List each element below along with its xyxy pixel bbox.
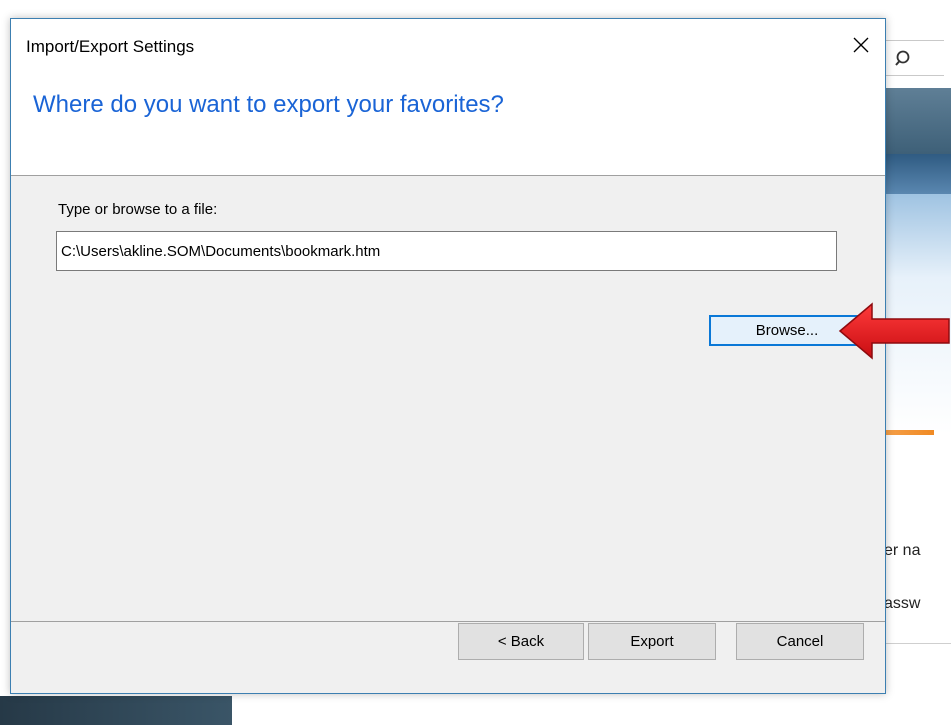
background-text-line-1: er na: [884, 542, 921, 559]
background-search-box[interactable]: [884, 40, 944, 76]
background-header-band: [884, 88, 951, 154]
background-divider: [884, 643, 951, 644]
import-export-dialog: Import/Export Settings Where do you want…: [10, 18, 886, 694]
header-divider: [11, 175, 885, 176]
cancel-button[interactable]: Cancel: [736, 623, 864, 660]
file-path-label: Type or browse to a file:: [58, 201, 218, 218]
background-taskbar: [0, 696, 232, 725]
export-button[interactable]: Export: [588, 623, 716, 660]
back-button[interactable]: < Back: [458, 623, 584, 660]
red-arrow-left-icon: [838, 302, 951, 360]
background-accent-line: [884, 430, 934, 435]
search-icon: [895, 49, 915, 69]
wizard-header: Where do you want to export your favorit…: [11, 73, 885, 175]
file-path-input[interactable]: [56, 231, 837, 271]
background-text-line-2: assw: [884, 595, 921, 612]
background-banner: [884, 154, 951, 194]
dialog-titlebar[interactable]: Import/Export Settings: [11, 19, 885, 73]
dialog-title: Import/Export Settings: [26, 37, 195, 56]
close-icon: [853, 37, 869, 58]
wizard-heading: Where do you want to export your favorit…: [33, 91, 504, 118]
footer-divider: [11, 621, 885, 622]
close-button[interactable]: [841, 27, 881, 67]
